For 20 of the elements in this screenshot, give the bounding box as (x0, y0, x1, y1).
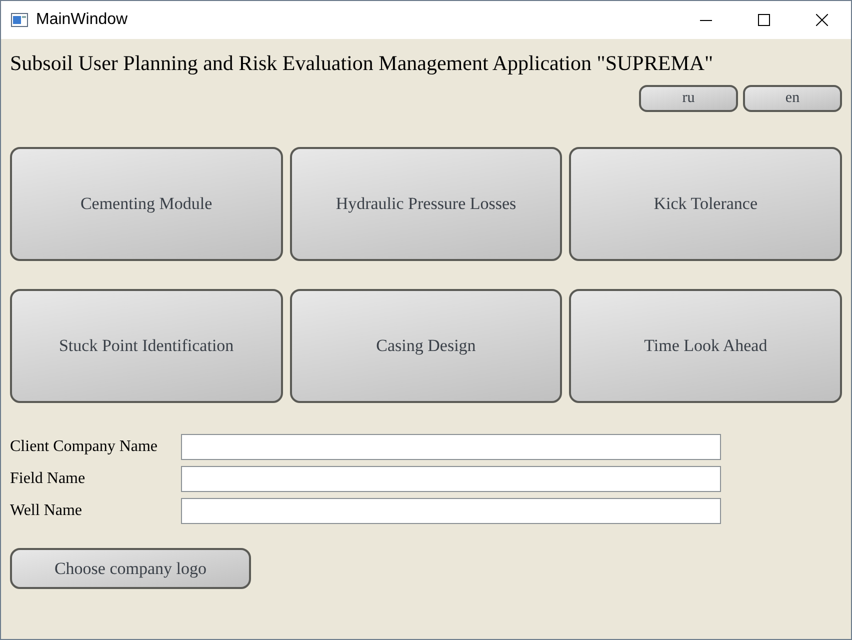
window-title: MainWindow (36, 10, 128, 30)
field-label: Well Name (10, 501, 84, 521)
text-field[interactable] (181, 466, 721, 492)
maximize-icon (758, 14, 770, 26)
close-icon (816, 14, 828, 26)
field-label: Client Company Name (10, 437, 159, 457)
module-button[interactable]: Hydraulic Pressure Losses (290, 147, 562, 261)
module-button[interactable]: Time Look Ahead (569, 289, 842, 403)
text-field[interactable] (181, 498, 721, 524)
text-field[interactable] (181, 434, 721, 460)
field-label: Field Name (10, 469, 86, 489)
module-button[interactable]: Kick Tolerance (569, 147, 842, 261)
module-button[interactable]: Stuck Point Identification (10, 289, 283, 403)
choose-logo-button[interactable]: Choose company logo (10, 548, 251, 589)
module-button[interactable]: Casing Design (290, 289, 562, 403)
language-button[interactable]: en (743, 85, 842, 112)
module-button[interactable]: Cementing Module (10, 147, 283, 261)
language-button[interactable]: ru (639, 85, 738, 112)
window-icon (11, 13, 28, 27)
app-heading: Subsoil User Planning and Risk Evaluation Management Application "SUPREMA" (10, 50, 714, 77)
